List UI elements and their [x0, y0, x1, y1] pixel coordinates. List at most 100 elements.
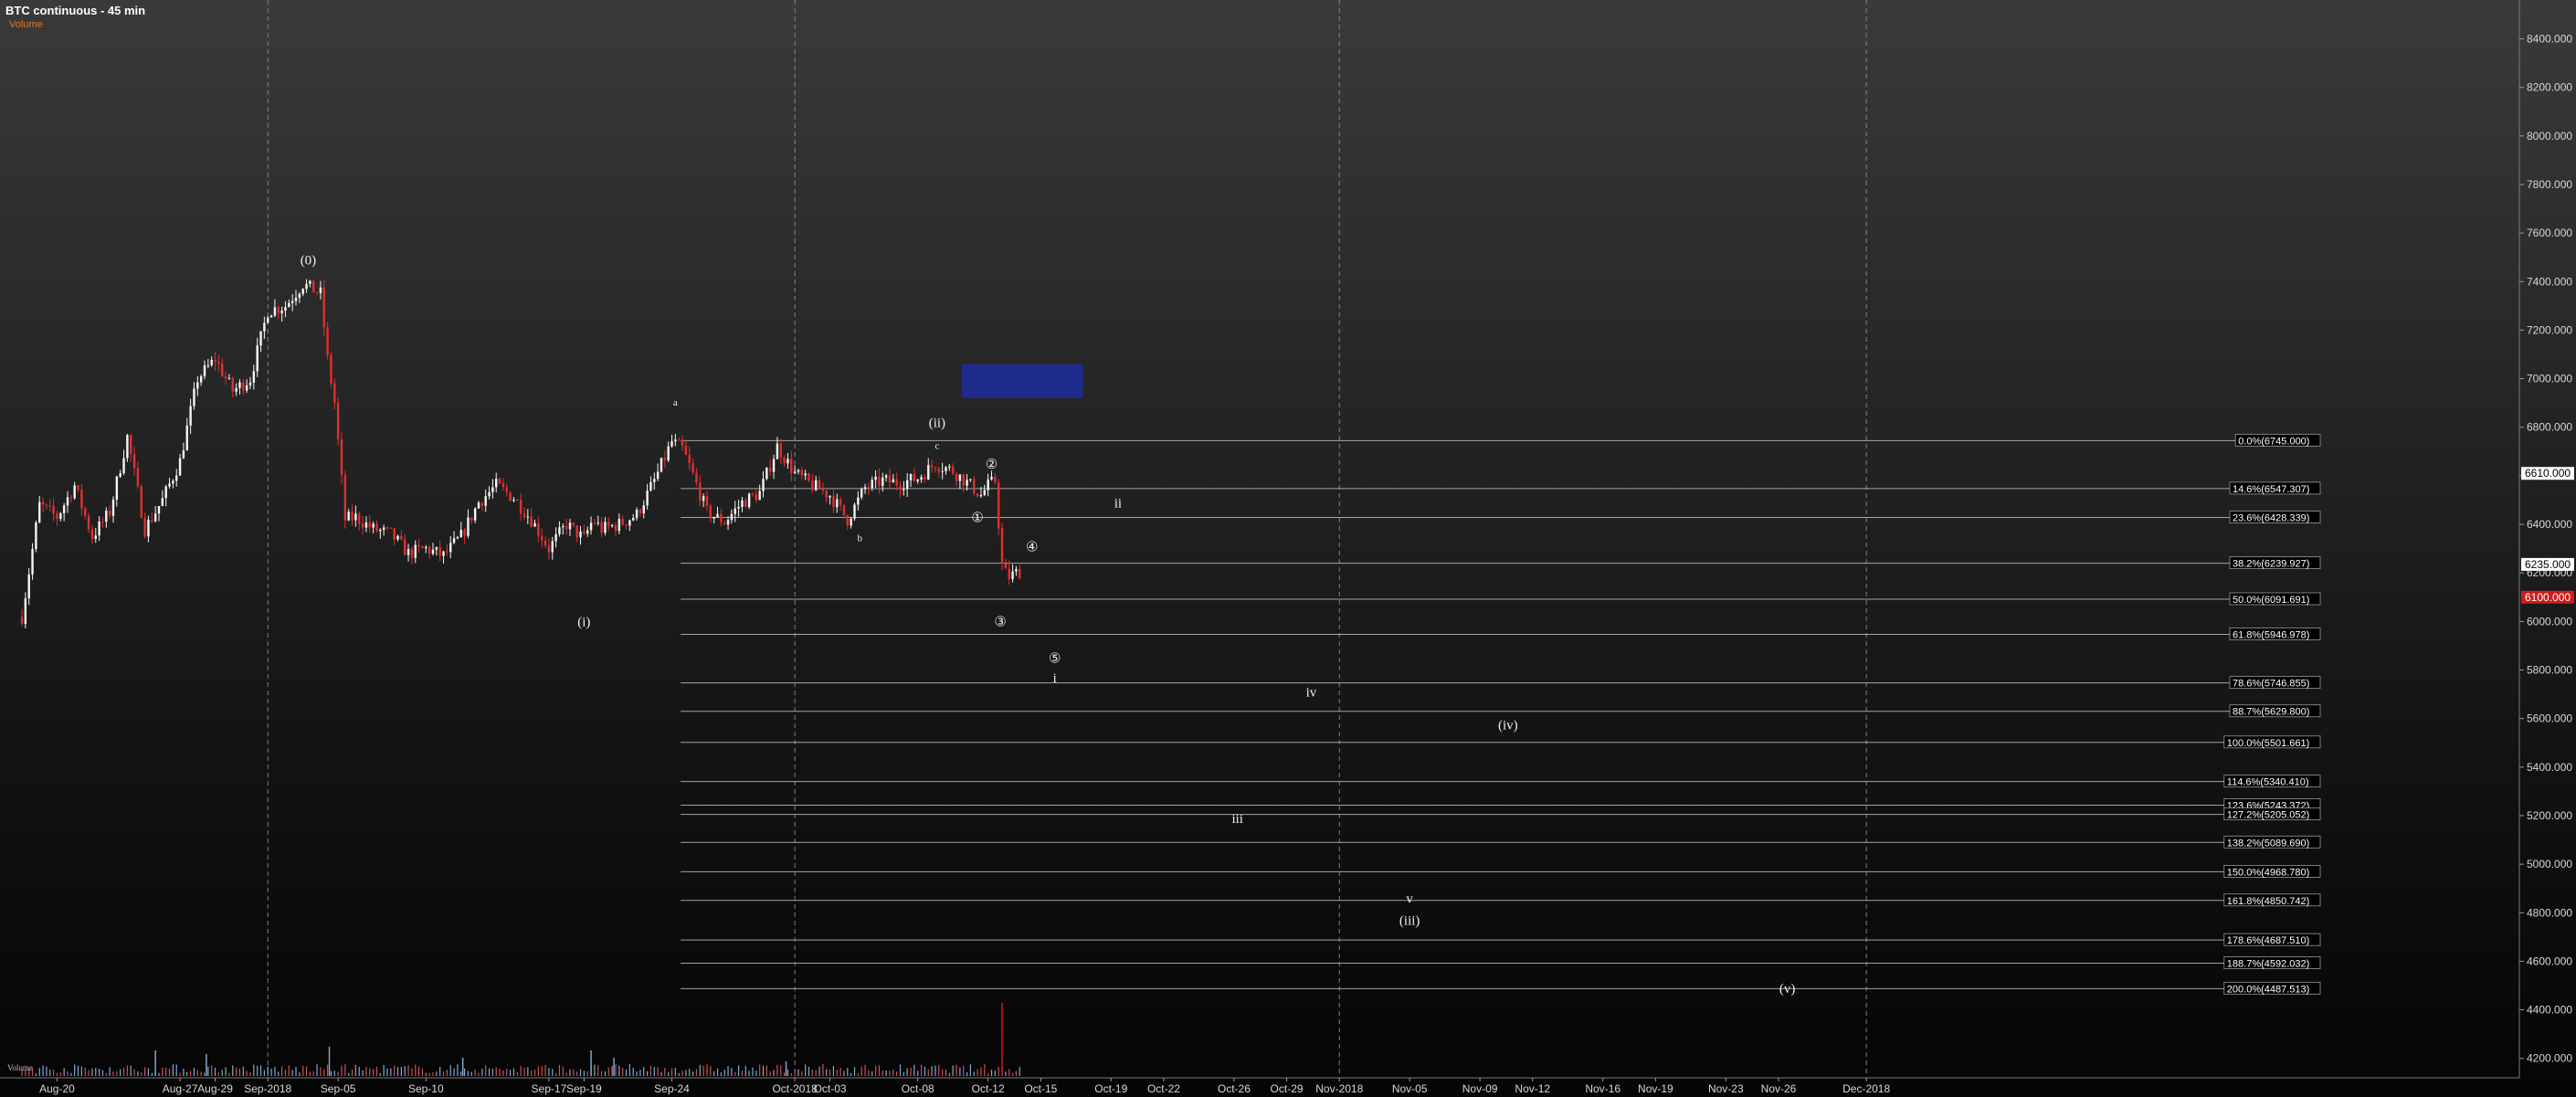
candle-body [955, 473, 958, 481]
x-tick-label: Aug-20 [39, 1082, 75, 1095]
candle-body [871, 480, 873, 489]
candle-body [351, 512, 354, 521]
fib-label: 0.0%(6745.000) [2238, 436, 2309, 447]
fib-label: 78.6%(5746.855) [2233, 679, 2309, 690]
x-tick-label: Nov-09 [1462, 1082, 1498, 1095]
candle-body [269, 315, 273, 318]
candle-body [294, 298, 298, 301]
candle-body [610, 525, 614, 527]
candle-body [797, 469, 800, 472]
candle-body [874, 476, 877, 480]
x-tick-label: Nov-26 [1761, 1082, 1797, 1095]
price-chart[interactable]: 8400.000 8200.000 8000.000 7800.000 7600.000… [0, 0, 2576, 1097]
candle-body [589, 522, 593, 531]
candle-body [298, 293, 301, 299]
candle-body [470, 517, 473, 521]
candle-body [1000, 528, 1004, 564]
price-marker-label: 6610.000 [2525, 467, 2571, 480]
wave-label: (0) [301, 254, 317, 269]
candle-body [31, 549, 34, 575]
candle-body [572, 522, 575, 526]
x-tick-label: Sep-24 [654, 1082, 690, 1095]
candle-body [583, 531, 586, 534]
candle-body [1015, 568, 1018, 572]
candle-body [221, 364, 224, 376]
fib-label: 114.6%(5340.410) [2227, 777, 2309, 788]
fib-label: 88.7%(5629.800) [2233, 707, 2309, 718]
candle-body [983, 490, 987, 496]
candle-body [530, 516, 533, 527]
candle-body [751, 493, 755, 495]
price-marker-label: 6235.000 [2525, 558, 2571, 571]
candle-body [172, 480, 174, 484]
candle-body [151, 520, 153, 522]
candle-body [488, 491, 491, 497]
candle-body [199, 375, 203, 383]
y-tick-label: 5800.000 [2527, 664, 2572, 677]
candle-body [776, 443, 779, 459]
candle-body [301, 289, 304, 294]
candle-body [62, 505, 66, 513]
candle-body [263, 322, 266, 332]
candle-body [449, 543, 452, 553]
candle-body [168, 483, 171, 487]
candle-body [84, 508, 87, 516]
candle-body [115, 476, 119, 500]
candle-body [343, 475, 347, 521]
candle-body [364, 522, 368, 528]
wave-label: ③ [994, 616, 1006, 630]
candle-body [720, 513, 723, 523]
candle-body [941, 470, 944, 472]
candle-body [516, 500, 519, 501]
candle-body [330, 354, 333, 384]
candle-body [639, 509, 642, 514]
candle-body [688, 454, 691, 463]
y-tick-label: 8000.000 [2527, 130, 2572, 142]
candle-body [575, 525, 578, 538]
candle-body [836, 499, 839, 508]
x-tick-label: Sep-19 [566, 1082, 602, 1095]
candle-body [175, 475, 178, 481]
candle-body [111, 499, 115, 516]
candle-body [438, 546, 441, 556]
fib-label: 200.0%(4487.513) [2227, 984, 2310, 995]
candle-body [747, 493, 751, 508]
y-tick-label: 4400.000 [2527, 1004, 2572, 1017]
candle-body [164, 486, 167, 499]
candle-body [52, 506, 55, 514]
y-tick-label: 5000.000 [2527, 858, 2572, 870]
candle-body [625, 524, 628, 526]
candle-body [790, 459, 793, 473]
candle-body [45, 504, 48, 506]
candle-body [245, 385, 248, 391]
candle-body [533, 522, 536, 527]
candle-body [435, 546, 438, 550]
candle-body [484, 496, 487, 506]
candle-body [105, 511, 108, 522]
candle-body [804, 473, 807, 476]
candle-body [681, 439, 684, 446]
candle-body [909, 474, 913, 480]
candle-body [962, 474, 965, 486]
candle-body [354, 513, 357, 521]
candle-body [976, 493, 979, 497]
candle-body [347, 512, 350, 521]
candle-body [389, 527, 393, 529]
x-tick-label: Nov-16 [1585, 1082, 1621, 1095]
x-tick-label: Oct-22 [1147, 1082, 1180, 1095]
candle-body [758, 490, 761, 501]
wave-label: a [673, 397, 678, 408]
candle-body [406, 548, 410, 555]
candle-body [312, 280, 315, 293]
candle-body [193, 388, 195, 406]
candle-body [87, 515, 90, 530]
fib-label: 178.6%(4687.510) [2227, 935, 2310, 946]
candle-body [934, 467, 937, 469]
candle-body [66, 497, 69, 506]
candle-body [818, 480, 821, 490]
candle-body [382, 527, 385, 531]
candle-body [884, 475, 888, 478]
candle-body [699, 482, 702, 501]
candle-body [730, 513, 734, 521]
y-tick-label: 8400.000 [2527, 33, 2572, 46]
